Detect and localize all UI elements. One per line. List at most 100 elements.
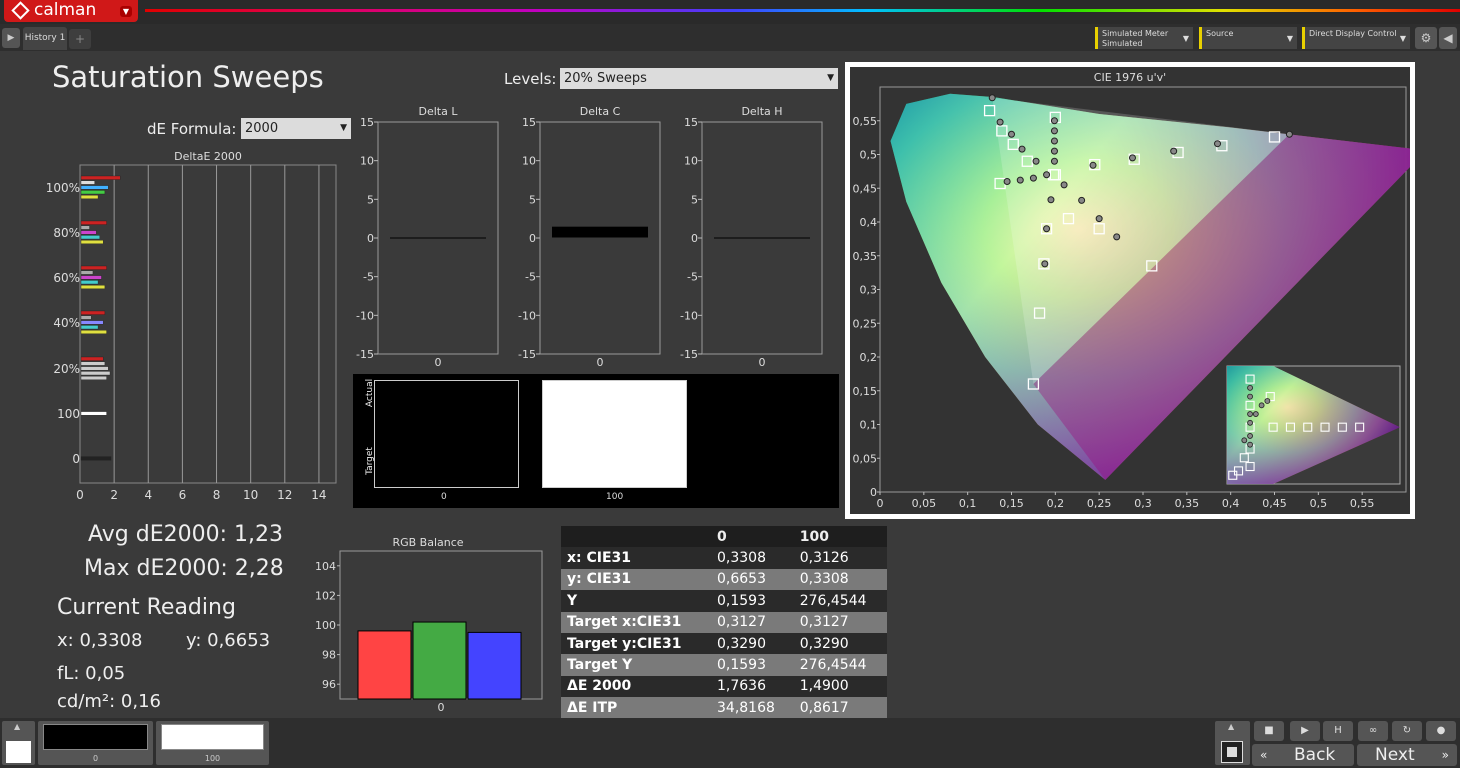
x-tick-label: 12 (277, 488, 292, 502)
collapse-icon[interactable]: ◀ (1439, 27, 1457, 49)
rgb-bar (357, 630, 412, 700)
hold-button[interactable]: H (1323, 721, 1353, 741)
cell: 0,8617 (793, 697, 887, 719)
cie-chart-frame: CIE 1976 u'v' 0,55 0,5 0,45 0,4 0,35 0,3 0,25 0… (845, 62, 1415, 519)
refresh-icon[interactable]: ↻ (1392, 721, 1422, 741)
meter-dropdown[interactable]: Simulated Meter Simulated ▼ (1095, 27, 1193, 49)
calman-logo-icon (11, 1, 30, 20)
page-title: Saturation Sweeps (52, 60, 324, 94)
y-tick-label: 15 (684, 118, 698, 129)
patch-toggle[interactable]: ▲ (2, 721, 35, 765)
x-tick-label: 2 (110, 488, 118, 502)
patch-thumb-0[interactable]: 0 (38, 721, 153, 765)
table-row: Target Y 0,1593 276,4544 (561, 654, 887, 676)
levels-select[interactable]: 20% Sweeps ▼ (560, 68, 838, 89)
de-formula-select-value: 2000 (245, 121, 279, 136)
y-tick-label: 0,35 (853, 250, 878, 263)
cell: 1,7636 (711, 675, 794, 698)
record-icon[interactable]: ● (1426, 721, 1456, 741)
y-tick-label: 0 (691, 232, 698, 245)
deltae-bar (80, 325, 99, 330)
inset-measured-marker (1247, 393, 1253, 400)
ddc-dropdown-label: Direct Display Control (1309, 29, 1397, 38)
cie-chart-svg: 0,55 0,5 0,45 0,4 0,35 0,3 0,25 0,2 0,15 0,1 0,05 0… (853, 86, 1410, 510)
measured-marker (1032, 157, 1040, 165)
cell: 0,3308 (711, 547, 794, 569)
y-tick-label: 20% (53, 362, 80, 376)
delta-h-chart: 15 10 5 0 -5 -10 -15 0 (676, 118, 826, 370)
chevron-up-icon: ▲ (1228, 722, 1235, 731)
max-de: Max dE2000: 2,28 (84, 556, 284, 581)
deltae-bar (80, 366, 109, 371)
gear-icon[interactable]: ⚙ (1415, 27, 1437, 49)
table-row: Target y:CIE31 0,3290 0,3290 (561, 632, 887, 655)
calman-logo-menu[interactable]: calman ▼ (4, 0, 138, 22)
deltae-bar (80, 375, 107, 380)
cell: 34,8168 (711, 697, 794, 719)
chevron-down-icon: ▼ (1399, 34, 1406, 43)
inset-measured-marker (1258, 402, 1265, 409)
measured-marker (1050, 147, 1058, 155)
row-label: y: CIE31 (561, 568, 711, 591)
deltae-bar (80, 371, 111, 376)
deltae-chart-svg: 0 2 4 6 8 10 12 14 100% 80% 60% 40% 20% 100 0 (46, 164, 337, 502)
x-tick-label: 0 (759, 356, 766, 369)
measured-marker (1214, 140, 1222, 148)
deltae-bar (80, 275, 102, 280)
patch-thumb-100-label: 100 (204, 754, 221, 763)
cie-chart-panel: CIE 1976 u'v' 0,55 0,5 0,45 0,4 0,35 0,3 0,25 0… (850, 67, 1410, 514)
plot-area (539, 121, 661, 355)
cell: 0,1593 (711, 590, 794, 612)
swatch-100-label: 100 (606, 492, 624, 502)
measured-marker (996, 118, 1004, 126)
stop-panel[interactable]: ▲ (1215, 721, 1250, 765)
deltae-bar (80, 320, 104, 325)
chevron-down-icon[interactable]: ▼ (120, 6, 132, 17)
y-tick-label: 10 (360, 155, 374, 168)
x-tick-label: 0 (597, 356, 604, 369)
back-button[interactable]: « Back (1252, 744, 1354, 766)
add-tab-button[interactable]: + (69, 29, 91, 49)
delta-l-chart: 15 10 5 0 -5 -10 -15 0 (352, 118, 502, 370)
table-header: 100 (793, 526, 887, 548)
cell: 0,1593 (711, 654, 794, 676)
current-reading-title: Current Reading (57, 595, 236, 620)
delta-l-chart-svg: 15 10 5 0 -5 -10 -15 0 (356, 118, 499, 369)
chevron-up-icon: ▲ (14, 722, 21, 731)
tab-history-1[interactable]: History 1 (23, 27, 67, 50)
y-tick-label: 15 (522, 118, 536, 129)
y-tick-label: 0,2 (860, 351, 878, 364)
deltae-bar (80, 265, 107, 270)
next-button[interactable]: Next » (1357, 744, 1457, 766)
play-icon[interactable]: ▶ (2, 28, 20, 48)
deltae-bar (80, 411, 107, 416)
row-label: ΔE 2000 (561, 675, 711, 698)
stop-button[interactable]: ■ (1254, 721, 1284, 741)
x-tick-label: 6 (179, 488, 187, 502)
double-chevron-right-icon: » (1441, 748, 1449, 762)
y-tick-label: 0,4 (860, 216, 878, 229)
measured-marker (1060, 181, 1068, 189)
cell: 0,3127 (711, 611, 794, 633)
deltae-bar (80, 230, 97, 235)
table-row: ΔE 2000 1,7636 1,4900 (561, 675, 887, 698)
patch-thumb-100-preview (161, 724, 264, 750)
de-formula-select[interactable]: 2000 ▼ (241, 118, 351, 139)
loop-icon[interactable]: ∞ (1358, 721, 1388, 741)
row-label: x: CIE31 (561, 547, 711, 569)
deltae-bar (80, 310, 106, 315)
source-dropdown[interactable]: Source ▼ (1199, 27, 1297, 49)
delta-h-chart-svg: 15 10 5 0 -5 -10 -15 0 (680, 118, 823, 369)
meter-dropdown-value: Simulated (1102, 39, 1143, 48)
x-tick-label: 0 (435, 356, 442, 369)
reading-cd: cd/m²: 0,16 (57, 691, 162, 712)
play-button[interactable]: ▶ (1290, 721, 1320, 741)
y-tick-label: 0,5 (860, 149, 878, 162)
y-tick-label: 96 (322, 678, 336, 691)
deltae-bar (80, 361, 106, 366)
direct-display-control-dropdown[interactable]: Direct Display Control ▼ (1302, 27, 1410, 49)
levels-select-value: 20% Sweeps (564, 71, 647, 86)
y-tick-label: 0,45 (853, 182, 878, 195)
patch-thumb-100[interactable]: 100 (156, 721, 269, 765)
measured-marker (1050, 127, 1058, 135)
